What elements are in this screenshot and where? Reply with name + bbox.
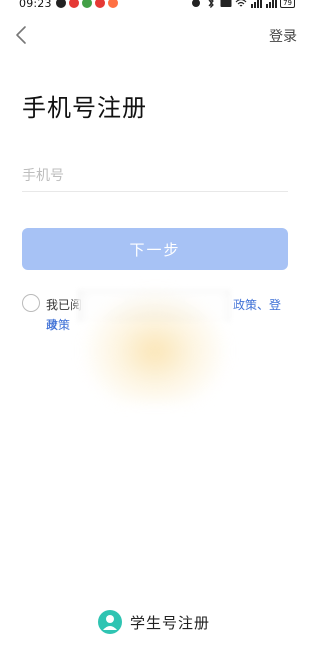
phone-input[interactable] <box>22 160 288 192</box>
wifi-icon <box>235 0 247 7</box>
bluetooth-icon <box>208 0 214 8</box>
status-bar: 09:23 79 <box>0 0 309 12</box>
back-icon[interactable] <box>12 24 32 46</box>
student-register-button[interactable]: 学生号注册 <box>98 610 210 634</box>
chat-icon <box>56 0 66 8</box>
hd-icon <box>220 0 232 7</box>
signal-icon <box>266 0 278 8</box>
app-notification-icon <box>69 0 79 8</box>
redacted-overlay <box>80 288 230 403</box>
agreement-prefix: 我已阅 <box>46 298 83 312</box>
app-notification-icon <box>108 0 118 8</box>
alarm-icon <box>192 0 201 7</box>
status-time: 09:23 <box>19 0 52 10</box>
login-link[interactable]: 登录 <box>269 26 297 46</box>
student-icon <box>98 610 122 634</box>
notification-icons <box>56 0 118 8</box>
app-notification-icon <box>95 0 105 8</box>
system-icons: 79 <box>190 0 295 8</box>
student-register-label: 学生号注册 <box>130 613 211 632</box>
app-notification-icon <box>82 0 92 8</box>
signal-icon <box>251 0 263 8</box>
page-title: 手机号注册 <box>22 94 147 122</box>
battery-indicator: 79 <box>280 0 295 8</box>
policy-link-continued[interactable]: 政策 <box>46 315 70 335</box>
agreement-checkbox[interactable] <box>22 294 40 312</box>
next-button[interactable]: 下一步 <box>22 228 288 270</box>
